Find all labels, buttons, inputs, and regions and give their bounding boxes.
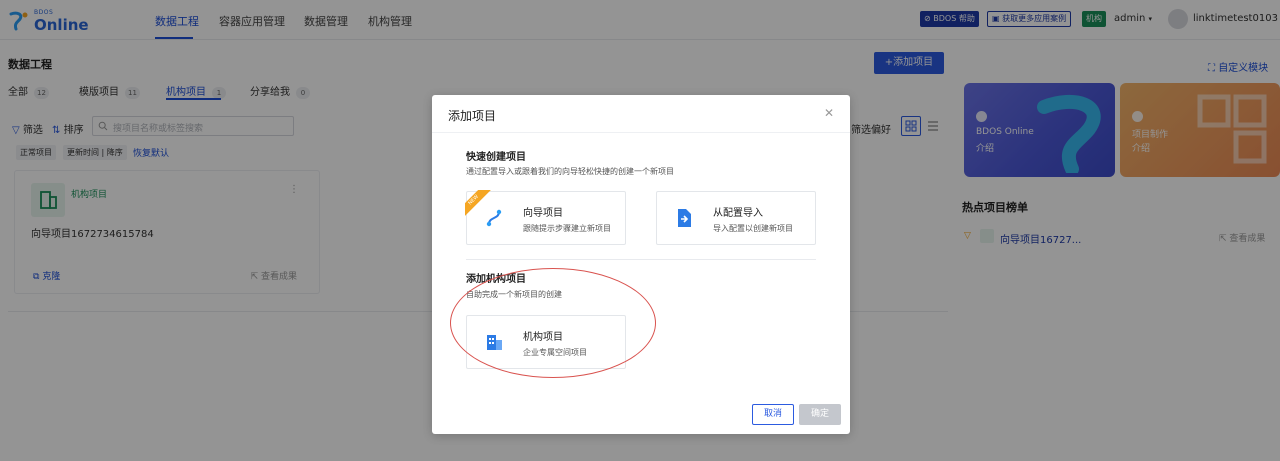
annotation-circle [450,268,656,378]
import-config-option[interactable]: 从配置导入 导入配置以创建新项目 [656,191,816,245]
modal-header: 添加项目 ✕ [432,95,850,133]
close-icon[interactable]: ✕ [824,106,834,120]
option-title: 向导项目 [523,208,563,219]
cancel-button[interactable]: 取消 [752,404,794,425]
wizard-project-option[interactable]: NEW 向导项目 跟随提示步骤建立新项目 [465,190,626,245]
modal-divider [466,259,816,260]
option-desc: 导入配置以创建新项目 [713,224,793,233]
quick-create-title: 快速创建项目 [466,152,526,163]
confirm-button[interactable]: 确定 [799,404,841,425]
add-project-modal: 添加项目 ✕ 快速创建项目 通过配置导入或跟着我们的向导轻松快捷的创建一个新项目… [432,95,850,434]
option-desc: 跟随提示步骤建立新项目 [523,224,611,233]
modal-title: 添加项目 [448,109,497,123]
quick-create-desc: 通过配置导入或跟着我们的向导轻松快捷的创建一个新项目 [466,167,674,176]
option-title: 从配置导入 [713,208,763,219]
wizard-icon [486,209,502,227]
import-file-icon [678,209,691,227]
